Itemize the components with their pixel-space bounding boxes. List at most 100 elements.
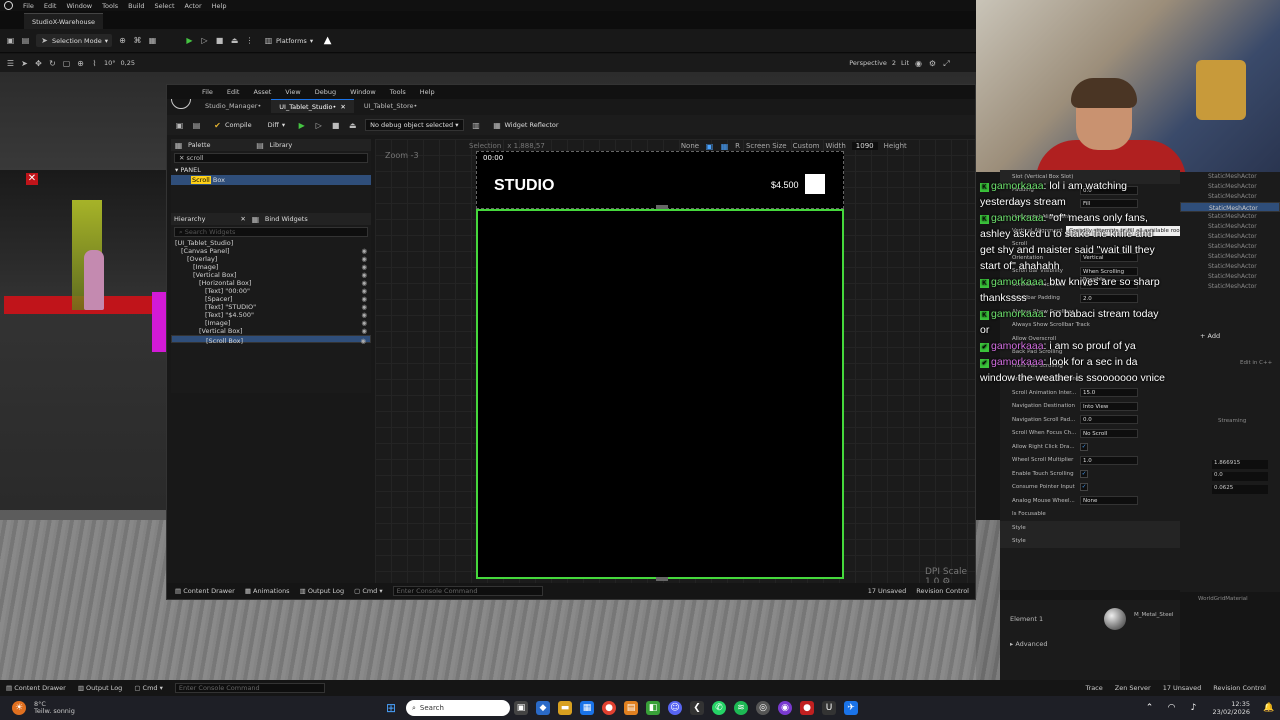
designer-canvas[interactable]: Selection x 1.888,57 None ▣ ▦ R Screen S…	[375, 139, 975, 587]
outliner-item[interactable]: StaticMeshActor	[1180, 232, 1280, 242]
hierarchy-tab[interactable]: Hierarchy	[174, 215, 205, 223]
visibility-eye-icon[interactable]: ◉	[361, 263, 367, 271]
save-icon[interactable]: ▣	[6, 36, 15, 45]
details-row-value[interactable]: ✓	[1080, 483, 1088, 492]
world-grid-material[interactable]: WorldGridMaterial	[1198, 596, 1248, 602]
file-explorer-icon[interactable]: ▬	[558, 701, 572, 715]
outliner-item[interactable]: StaticMeshActor	[1180, 242, 1280, 252]
menu-build[interactable]: Build	[128, 2, 144, 10]
lock-icon[interactable]: ▣	[705, 142, 714, 151]
menu-edit[interactable]: Edit	[44, 2, 57, 10]
snap-angle-value[interactable]: 10°	[104, 59, 116, 67]
add-component-button[interactable]: + Add	[1200, 332, 1220, 340]
save-icon[interactable]: ▣	[175, 121, 184, 130]
discord-icon[interactable]: ☺	[668, 701, 682, 715]
visibility-eye-icon[interactable]: ◉	[360, 337, 366, 345]
windows-start-icon[interactable]: ⊞	[384, 701, 398, 715]
visibility-eye-icon[interactable]: ◉	[361, 271, 367, 279]
visibility-eye-icon[interactable]: ◉	[361, 327, 367, 335]
notifications-icon[interactable]: 🔔	[1262, 701, 1276, 715]
outliner-item[interactable]: StaticMeshActor	[1180, 192, 1280, 202]
visibility-eye-icon[interactable]: ◉	[361, 319, 367, 327]
close-icon[interactable]: ✕	[240, 215, 245, 223]
tab-level[interactable]: StudioX-Warehouse	[24, 13, 104, 29]
outliner-item[interactable]: StaticMeshActor	[1180, 202, 1280, 212]
palette-item-scroll-box[interactable]: Scroll Box	[171, 175, 371, 185]
copilot-icon[interactable]: ◆	[536, 701, 550, 715]
visibility-eye-icon[interactable]: ◉	[361, 287, 367, 295]
console-input[interactable]: Enter Console Command	[174, 683, 325, 693]
refresh-label[interactable]: R	[735, 142, 740, 150]
hierarchy-node[interactable]: [Vertical Box] ◉	[171, 271, 371, 279]
hierarchy-node[interactable]: [Vertical Box] ◉	[171, 327, 371, 335]
resize-handle-bottom[interactable]	[656, 577, 668, 581]
visibility-eye-icon[interactable]: ◉	[361, 303, 367, 311]
tab-studio-manager[interactable]: Studio_Manager•	[197, 99, 269, 113]
content-icon[interactable]: ▤	[21, 36, 30, 45]
visibility-eye-icon[interactable]: ◉	[361, 279, 367, 287]
menu-window[interactable]: Window	[66, 2, 92, 10]
hierarchy-node[interactable]: [Canvas Panel] ◉	[171, 247, 371, 255]
outliner-item[interactable]: StaticMeshActor	[1180, 272, 1280, 282]
outliner-item[interactable]: StaticMeshActor	[1180, 222, 1280, 232]
bind-widgets-tab[interactable]: Bind Widgets	[265, 215, 308, 223]
content-drawer-button[interactable]: ▤ Content Drawer	[6, 684, 66, 692]
taskbar-clock[interactable]: 12:35 23/02/2026	[1213, 700, 1250, 716]
width-input[interactable]: 1090	[851, 142, 878, 150]
tablet-header-preview[interactable]: 00:00 STUDIO $4.500	[476, 151, 844, 209]
obs-icon[interactable]: ◉	[778, 701, 792, 715]
surface-snap-icon[interactable]: ⌇	[90, 59, 99, 68]
eject-icon[interactable]: ⏏	[230, 36, 239, 45]
chrome-icon[interactable]: ●	[602, 701, 616, 715]
widget-reflector-button[interactable]: ▦ Widget Reflector	[489, 119, 563, 132]
hierarchy-node[interactable]: [UI_Tablet_Studio]	[171, 239, 371, 247]
output-log-button[interactable]: ▥ Output Log	[300, 587, 345, 595]
spotify-icon[interactable]: ≋	[734, 701, 748, 715]
select-icon[interactable]: ➤	[20, 59, 29, 68]
outliner-item[interactable]: StaticMeshActor	[1180, 252, 1280, 262]
epic-icon[interactable]: ❮	[690, 701, 704, 715]
menu-window[interactable]: Window	[350, 88, 376, 96]
menu-tools[interactable]: Tools	[102, 2, 118, 10]
hierarchy-node[interactable]: [Image] ◉	[171, 319, 371, 327]
unsaved-indicator[interactable]: 17 Unsaved	[868, 587, 907, 595]
browse-icon[interactable]: ▤	[192, 121, 201, 130]
unsaved-indicator[interactable]: 17 Unsaved	[1163, 684, 1202, 692]
transform-value-3[interactable]: 0.0625	[1212, 485, 1268, 494]
trace-button[interactable]: Trace	[1086, 684, 1103, 692]
close-icon[interactable]: ✕	[26, 173, 38, 185]
menu-view[interactable]: View	[285, 88, 300, 96]
taskbar-search-input[interactable]: ⌕ Search	[406, 700, 510, 716]
world-icon[interactable]: ⊕	[76, 59, 85, 68]
hierarchy-node[interactable]: [Text] "STUDIO" ◉	[171, 303, 371, 311]
scroll-box-selected[interactable]	[476, 205, 844, 581]
details-row-value[interactable]: None	[1080, 496, 1138, 506]
outliner-item[interactable]: StaticMeshActor	[1180, 262, 1280, 272]
minecraft-icon[interactable]: ◧	[646, 701, 660, 715]
whatsapp-icon[interactable]: ✆	[712, 701, 726, 715]
viewport-menu-icon[interactable]: ☰	[6, 59, 15, 68]
task-view-icon[interactable]: ▣	[514, 701, 528, 715]
perspective-button[interactable]: Perspective	[849, 59, 887, 67]
cmd-button[interactable]: ▢ Cmd ▾	[134, 684, 163, 692]
material-name[interactable]: M_Metal_Steel	[1134, 612, 1173, 618]
grid-icon[interactable]: ▦	[720, 142, 729, 151]
content-drawer-button[interactable]: ▤ Content Drawer	[175, 587, 235, 595]
none-option[interactable]: None	[681, 142, 699, 150]
visibility-eye-icon[interactable]: ◉	[361, 311, 367, 319]
menu-help[interactable]: Help	[212, 2, 227, 10]
hierarchy-node[interactable]: [Scroll Box] ◉	[171, 335, 371, 345]
stop-icon[interactable]: ■	[331, 121, 340, 130]
stop-icon[interactable]: ■	[215, 36, 224, 45]
github-icon[interactable]: ◎	[756, 701, 770, 715]
details-row-value[interactable]: 0.0	[1080, 415, 1138, 425]
menu-file[interactable]: File	[202, 88, 213, 96]
details-row-value[interactable]: No Scroll	[1080, 428, 1138, 438]
outliner-item[interactable]: StaticMeshActor	[1180, 212, 1280, 222]
play-icon[interactable]: ▶	[185, 36, 194, 45]
outliner-item[interactable]: StaticMeshActor	[1180, 182, 1280, 192]
selection-mode-button[interactable]: ➤ Selection Mode ▾	[36, 34, 112, 47]
palette-category[interactable]: ▾ PANEL	[171, 165, 371, 175]
hierarchy-node[interactable]: [Overlay] ◉	[171, 255, 371, 263]
material-thumbnail[interactable]	[1104, 608, 1126, 630]
